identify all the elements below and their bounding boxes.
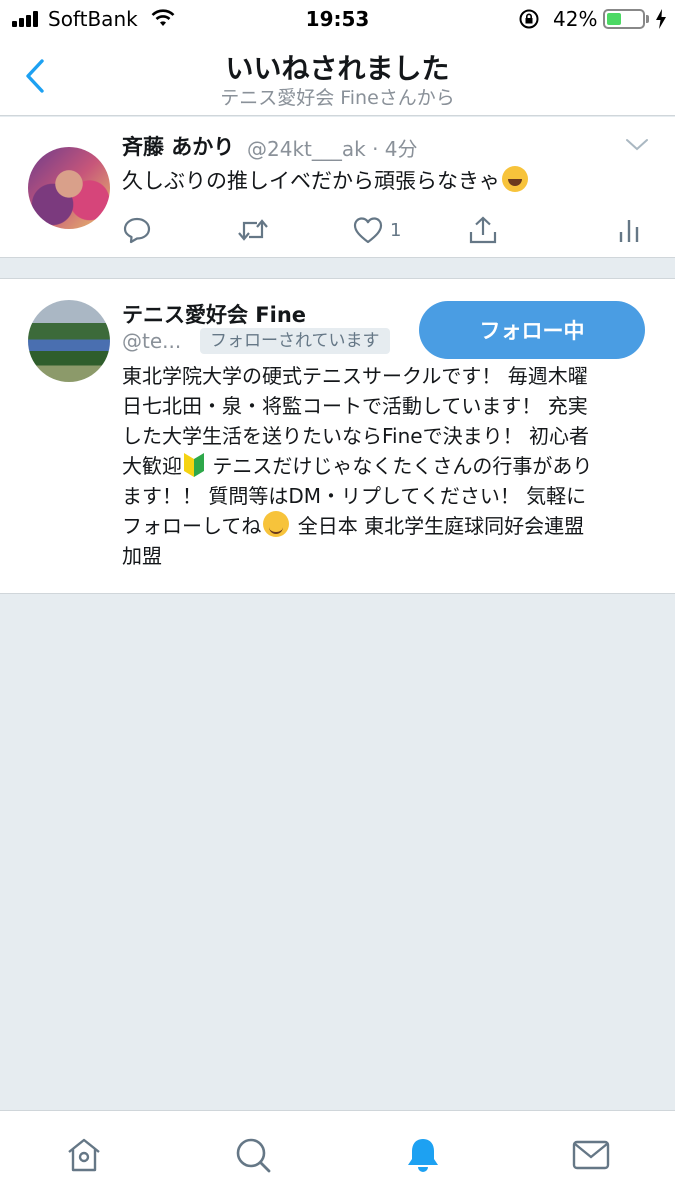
following-button[interactable]: フォロー中	[419, 301, 645, 359]
battery-icon	[603, 9, 645, 29]
bio-line: 東北学院大学の硬式テニスサークルです！ 毎週木曜	[122, 364, 588, 388]
tab-notifications[interactable]	[401, 1133, 445, 1177]
tweet-text-content: 久しぶりの推しイベだから頑張らなきゃ	[122, 169, 500, 193]
share-icon	[469, 216, 497, 244]
nav-header: いいねされました テニス愛好会 Fineさんから	[0, 38, 675, 116]
home-icon	[68, 1138, 100, 1172]
charging-icon	[656, 9, 666, 29]
like-button[interactable]: 1	[352, 213, 401, 247]
bio-line: 日七北田・泉・将監コートで活動しています！ 充実	[122, 394, 588, 418]
battery-percent: 42%	[553, 7, 598, 31]
bio-line: 加盟	[122, 544, 162, 568]
reply-button[interactable]	[122, 213, 152, 247]
bell-icon	[408, 1139, 438, 1172]
page-title: いいねされました	[225, 52, 450, 85]
search-icon	[236, 1138, 271, 1173]
beginner-mark-icon	[184, 453, 204, 477]
tweet-text: 久しぶりの推しイベだから頑張らなきゃ	[122, 165, 528, 195]
analytics-button[interactable]	[618, 213, 640, 247]
rofl-emoji-icon	[502, 166, 528, 192]
reply-icon	[123, 217, 151, 244]
tab-bar	[0, 1110, 675, 1200]
retweet-button[interactable]	[236, 213, 270, 247]
mail-icon	[572, 1140, 610, 1170]
retweet-icon	[238, 219, 268, 241]
tweet-author-name[interactable]: 斉藤 あかり	[122, 131, 234, 161]
tweet-meta: @24kt___ak · 4分	[247, 137, 418, 161]
page-subtitle: テニス愛好会 Fineさんから	[220, 87, 455, 109]
bio-segment: テニスだけじゃなくたくさんの行事があり	[212, 454, 593, 478]
battery-fill	[607, 13, 621, 25]
bio-line: フォローしてね 全日本 東北学生庭球同好会連盟	[122, 511, 652, 541]
chevron-down-icon[interactable]	[624, 137, 650, 153]
follows-you-badge: フォローされています	[200, 328, 390, 354]
share-button[interactable]	[468, 213, 498, 247]
liked-tweet[interactable]: 斉藤 あかり @24kt___ak · 4分 久しぶりの推しイベだから頑張らなき…	[0, 117, 675, 258]
user-handle: @te...	[122, 329, 182, 353]
status-bar: SoftBank 19:53 42%	[0, 0, 675, 38]
user-name[interactable]: テニス愛好会 Fine	[122, 299, 306, 329]
user-card[interactable]: テニス愛好会 Fine @te... フォローされています フォロー中 東北学院…	[0, 278, 675, 594]
bar-chart-icon	[619, 220, 639, 242]
bio-line: ます！！ 質問等はDM・リプしてください！ 気軽に	[122, 484, 587, 508]
smile-emoji-icon	[263, 511, 290, 537]
bio-segment: 大歓迎	[122, 454, 182, 478]
tab-messages[interactable]	[569, 1133, 613, 1177]
rotation-lock-icon	[519, 9, 539, 29]
bio-segment: 全日本 東北学生庭球同好会連盟	[297, 514, 585, 538]
bio-line: した大学生活を送りたいならFineで決まり！ 初心者	[122, 424, 589, 448]
user-bio: 東北学院大学の硬式テニスサークルです！ 毎週木曜 日七北田・泉・将監コートで活動…	[122, 361, 652, 571]
bio-segment: フォローしてね	[122, 514, 262, 538]
avatar[interactable]	[28, 300, 110, 382]
like-count: 1	[390, 219, 402, 241]
tweet-actions: 1	[0, 213, 675, 249]
heart-icon	[353, 217, 383, 244]
tab-search[interactable]	[231, 1133, 275, 1177]
bio-line: 大歓迎 テニスだけじゃなくたくさんの行事があり	[122, 451, 652, 481]
tab-home[interactable]	[62, 1133, 106, 1177]
battery-tip	[646, 15, 649, 23]
